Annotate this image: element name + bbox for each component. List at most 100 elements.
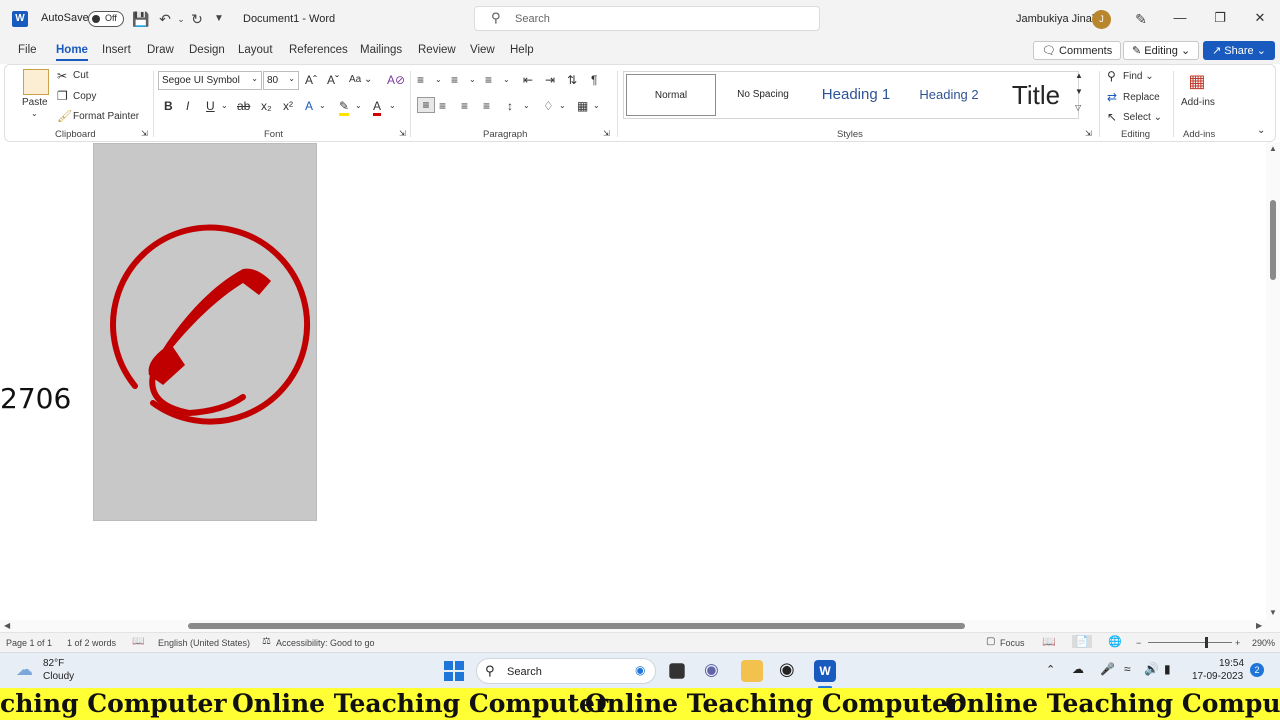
teams-icon[interactable]: ◉ — [704, 660, 719, 680]
customize-toolbar-icon[interactable]: ▼ — [210, 10, 228, 28]
tab-file[interactable]: File — [18, 44, 37, 56]
subscript-icon[interactable]: x₂ — [261, 99, 272, 113]
close-icon[interactable]: ✕ — [1250, 10, 1270, 26]
clear-formatting-icon[interactable]: A⊘ — [387, 73, 405, 87]
line-spacing-icon[interactable]: ↕ — [507, 99, 513, 113]
scroll-down-icon[interactable]: ▼ — [1269, 608, 1277, 617]
taskbar-search[interactable]: ⚲ Search ◉ — [476, 658, 656, 684]
minimize-icon[interactable]: — — [1170, 10, 1190, 25]
font-launcher-icon[interactable]: ⇲ — [399, 129, 406, 138]
print-layout-icon[interactable]: 📄 — [1072, 635, 1092, 648]
wifi-icon[interactable]: ≈ — [1124, 662, 1131, 676]
file-explorer-icon[interactable] — [741, 660, 763, 682]
tab-references[interactable]: References — [289, 44, 348, 56]
collapse-ribbon-icon[interactable]: ⌄ — [1257, 125, 1265, 136]
scroll-right-icon[interactable]: ▶ — [1256, 621, 1262, 630]
replace-button[interactable]: Replace — [1123, 92, 1160, 103]
zoom-in-icon[interactable]: + — [1235, 638, 1240, 648]
change-case-button[interactable]: Aa ⌄ — [349, 74, 372, 85]
tab-help[interactable]: Help — [510, 44, 534, 56]
restore-icon[interactable]: ❐ — [1210, 10, 1230, 26]
volume-icon[interactable]: 🔊 — [1144, 662, 1159, 676]
clock-time[interactable]: 19:54 — [1219, 658, 1244, 669]
clipboard-launcher-icon[interactable]: ⇲ — [141, 129, 148, 138]
proofing-icon[interactable]: 📖 — [132, 636, 144, 647]
redo-icon[interactable]: ↻ — [188, 10, 206, 28]
multilevel-list-icon[interactable]: ≡ — [485, 73, 492, 87]
italic-icon[interactable]: I — [186, 99, 189, 113]
font-name-select[interactable]: Segoe UI Symbol ⌄ — [158, 71, 262, 90]
search-box[interactable]: ⚲ Search — [474, 6, 820, 31]
style-no-spacing[interactable]: No Spacing — [720, 74, 806, 116]
zoom-level[interactable]: 290% — [1252, 638, 1275, 648]
underline-dropdown-icon[interactable]: ⌄ — [221, 101, 228, 110]
read-mode-icon[interactable]: 📖 — [1042, 635, 1056, 648]
editing-mode-button[interactable]: ✎ Editing ⌄ — [1123, 41, 1200, 60]
tab-mailings[interactable]: Mailings — [360, 44, 402, 56]
avatar[interactable]: J — [1092, 10, 1111, 29]
word-count[interactable]: 1 of 2 words — [67, 638, 116, 648]
find-button[interactable]: Find ⌄ — [1123, 71, 1154, 82]
page-count[interactable]: Page 1 of 1 — [6, 638, 52, 648]
align-left-icon[interactable]: ≡ — [417, 97, 435, 113]
document-text[interactable]: 2706 — [0, 382, 71, 415]
horizontal-scroll-thumb[interactable] — [188, 623, 965, 629]
vertical-scrollbar[interactable]: ▲ ▼ — [1266, 142, 1280, 620]
paste-dropdown-icon[interactable]: ⌄ — [31, 109, 38, 118]
zoom-slider[interactable] — [1148, 642, 1232, 643]
show-hidden-icons-icon[interactable]: ⌃ — [1046, 663, 1055, 676]
tab-layout[interactable]: Layout — [238, 44, 273, 56]
highlight-icon[interactable]: ✎ — [339, 99, 350, 116]
zoom-out-icon[interactable]: − — [1136, 638, 1141, 648]
word-taskbar-icon[interactable]: W — [814, 660, 836, 682]
tab-insert[interactable]: Insert — [102, 44, 131, 56]
borders-icon[interactable]: ▦ — [577, 99, 588, 113]
copy-button[interactable]: Copy — [73, 91, 96, 102]
tab-design[interactable]: Design — [189, 44, 225, 56]
language[interactable]: English (United States) — [158, 638, 250, 648]
bold-icon[interactable]: B — [164, 99, 173, 113]
scroll-up-icon[interactable]: ▲ — [1269, 144, 1277, 153]
align-right-icon[interactable]: ≡ — [461, 99, 468, 113]
font-size-select[interactable]: 80 ⌄ — [263, 71, 299, 90]
highlight-dropdown-icon[interactable]: ⌄ — [355, 101, 362, 110]
styles-more-icon[interactable]: ▽ — [1075, 103, 1081, 112]
styles-launcher-icon[interactable]: ⇲ — [1085, 129, 1092, 138]
battery-icon[interactable]: ▮ — [1164, 662, 1171, 676]
multilevel-dropdown-icon[interactable]: ⌄ — [503, 75, 510, 84]
web-layout-icon[interactable]: 🌐 — [1108, 635, 1122, 648]
format-painter-button[interactable]: Format Painter — [73, 111, 139, 122]
sort-icon[interactable]: ⇅ — [567, 73, 577, 87]
paste-icon[interactable] — [23, 69, 49, 95]
text-effects-icon[interactable]: A — [305, 99, 313, 113]
start-icon[interactable] — [444, 661, 464, 681]
show-marks-icon[interactable]: ¶ — [591, 73, 597, 87]
save-icon[interactable]: 💾 — [132, 10, 150, 28]
clock-date[interactable]: 17-09-2023 — [1192, 671, 1243, 682]
style-heading-2[interactable]: Heading 2 — [904, 74, 994, 116]
styles-scroll-up-icon[interactable]: ▲ — [1075, 71, 1083, 80]
grow-font-icon[interactable]: Aˆ — [305, 73, 317, 87]
strikethrough-icon[interactable]: ab — [237, 99, 250, 113]
style-heading-1[interactable]: Heading 1 — [810, 74, 902, 116]
tab-home[interactable]: Home — [56, 44, 88, 61]
focus-button[interactable]: Focus — [1000, 638, 1025, 648]
weather-temp[interactable]: 82°F — [43, 658, 64, 669]
decrease-indent-icon[interactable]: ⇤ — [523, 73, 533, 87]
notification-badge[interactable]: 2 — [1250, 663, 1264, 677]
font-color-dropdown-icon[interactable]: ⌄ — [389, 101, 396, 110]
increase-indent-icon[interactable]: ⇥ — [545, 73, 555, 87]
select-button[interactable]: Select ⌄ — [1123, 112, 1162, 123]
accessibility-status[interactable]: Accessibility: Good to go — [276, 638, 375, 648]
line-spacing-dropdown-icon[interactable]: ⌄ — [523, 101, 530, 110]
autosave-toggle[interactable]: Off — [88, 11, 124, 27]
bing-icon[interactable]: ◉ — [635, 663, 645, 677]
underline-icon[interactable]: U — [206, 99, 215, 113]
add-ins-icon[interactable]: ▦ — [1185, 69, 1209, 93]
zoom-slider-thumb[interactable] — [1205, 637, 1208, 648]
bullets-icon[interactable]: ≡ — [417, 73, 424, 87]
style-title[interactable]: Title — [996, 74, 1076, 116]
styles-scroll-down-icon[interactable]: ▼ — [1075, 87, 1083, 96]
tab-review[interactable]: Review — [418, 44, 456, 56]
chrome-icon[interactable]: ◉ — [779, 659, 795, 680]
